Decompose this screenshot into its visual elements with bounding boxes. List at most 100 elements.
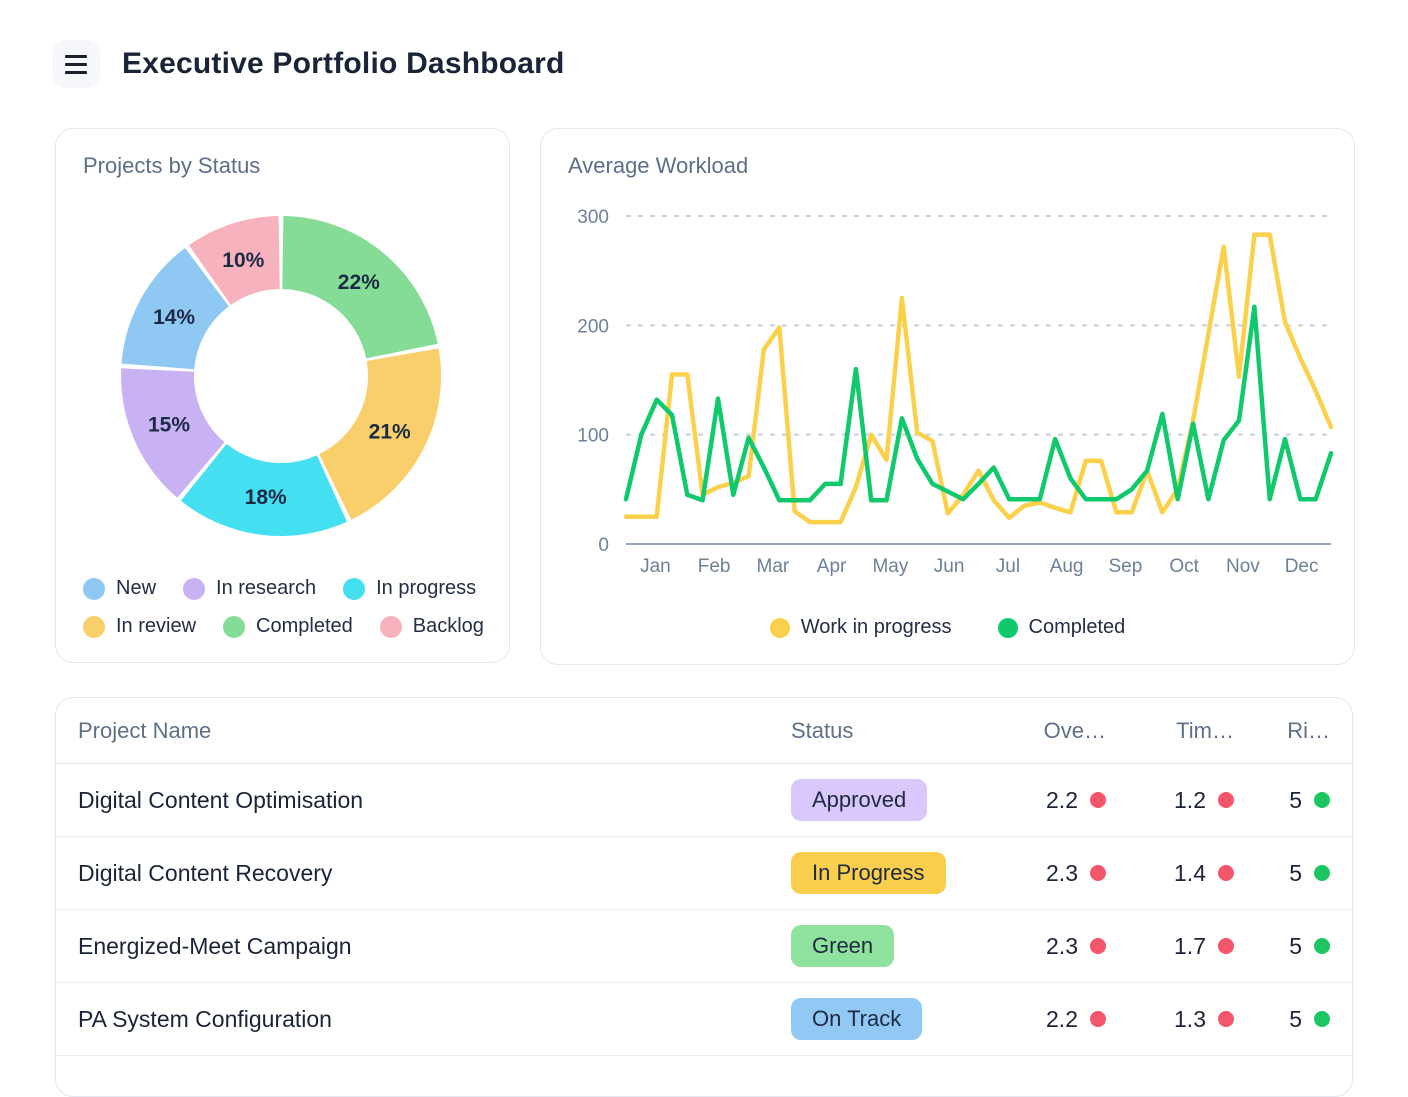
y-axis-tick-label: 300 <box>577 207 609 228</box>
legend-item-work-in-progress: Work in progress <box>770 616 952 639</box>
legend-item-new: New <box>83 577 156 600</box>
metric-dot-red <box>1218 1011 1234 1027</box>
metric-dot-green <box>1314 938 1330 954</box>
metric-dot-red <box>1090 938 1106 954</box>
metric-value: 1.4 <box>1174 860 1206 887</box>
metric-cell: 5 <box>1234 933 1330 960</box>
legend-dot-icon <box>380 616 402 638</box>
projects-table-card: Project NameStatusOve…Tim…Ri… Digital Co… <box>55 697 1353 1097</box>
column-header-ove-: Ove… <box>978 718 1106 744</box>
legend-item-backlog: Backlog <box>380 615 484 638</box>
status-donut-chart: 22%21%18%15%14%10% <box>76 187 491 537</box>
metric-cell: 5 <box>1234 1006 1330 1033</box>
y-axis-tick-label: 200 <box>577 316 609 337</box>
workload-line-chart: 3002001000JanFebMarAprMayJunJulAugSepOct… <box>541 181 1356 601</box>
x-axis-month-label: Aug <box>1050 556 1084 577</box>
metric-value: 1.2 <box>1174 787 1206 814</box>
legend-label: In research <box>216 577 316 600</box>
x-axis-month-label: Oct <box>1169 556 1199 577</box>
project-name-cell: Digital Content Optimisation <box>78 787 791 814</box>
column-header-ri-: Ri… <box>1234 718 1330 744</box>
metric-cell: 1.3 <box>1106 1006 1234 1033</box>
legend-label: In progress <box>376 577 476 600</box>
legend-label: Completed <box>256 615 353 638</box>
page-title: Executive Portfolio Dashboard <box>122 47 565 81</box>
legend-item-in-progress: In progress <box>343 577 476 600</box>
table-row[interactable]: Digital Content OptimisationApproved 2.2 1… <box>56 764 1352 837</box>
app-header: Executive Portfolio Dashboard <box>52 40 565 88</box>
column-header-tim-: Tim… <box>1106 718 1234 744</box>
line-card-title: Average Workload <box>568 153 748 179</box>
legend-item-in-review: In review <box>83 615 196 638</box>
x-axis-month-label: Jan <box>640 556 671 577</box>
donut-segment-label: 15% <box>148 414 190 437</box>
metric-dot-red <box>1218 938 1234 954</box>
status-badge: Green <box>791 925 894 967</box>
metric-dot-green <box>1314 792 1330 808</box>
x-axis-month-label: Mar <box>757 556 790 577</box>
x-axis-month-label: Dec <box>1285 556 1319 577</box>
average-workload-card: Average Workload 3002001000JanFebMarAprM… <box>540 128 1355 665</box>
y-axis-tick-label: 100 <box>577 426 609 447</box>
x-axis-month-label: Feb <box>698 556 731 577</box>
legend-label: In review <box>116 615 196 638</box>
legend-dot-icon <box>770 618 790 638</box>
x-axis-month-label: Nov <box>1226 556 1260 577</box>
metric-cell: 2.2 <box>978 787 1106 814</box>
project-name-cell: Energized-Meet Campaign <box>78 933 791 960</box>
legend-item-in-research: In research <box>183 577 316 600</box>
donut-segment-label: 10% <box>222 249 264 272</box>
metric-value: 1.3 <box>1174 1006 1206 1033</box>
status-badge: On Track <box>791 998 922 1040</box>
metric-value: 1.7 <box>1174 933 1206 960</box>
metric-cell: 2.3 <box>978 860 1106 887</box>
column-header-project-name: Project Name <box>78 718 791 744</box>
legend-label: Backlog <box>413 615 484 638</box>
table-row[interactable]: Energized-Meet CampaignGreen 2.3 1.7 5 <box>56 910 1352 983</box>
legend-label: Completed <box>1029 616 1126 639</box>
metric-value: 5 <box>1289 1006 1302 1033</box>
project-name-cell: PA System Configuration <box>78 1006 791 1033</box>
legend-item-completed: Completed <box>998 616 1126 639</box>
status-chart-legend: New In research In progress In review Comple… <box>83 577 491 638</box>
donut-card-title: Projects by Status <box>83 153 260 179</box>
table-body: Digital Content OptimisationApproved 2.2 1… <box>56 764 1352 1056</box>
menu-button[interactable] <box>52 40 100 88</box>
metric-cell: 2.3 <box>978 933 1106 960</box>
x-axis-month-label: Sep <box>1108 556 1142 577</box>
metric-dot-green <box>1314 1011 1330 1027</box>
donut-segment-label: 22% <box>338 271 380 294</box>
metric-cell: 1.2 <box>1106 787 1234 814</box>
donut-segment-label: 14% <box>153 306 195 329</box>
metric-value: 2.2 <box>1046 787 1078 814</box>
metric-dot-red <box>1218 865 1234 881</box>
legend-dot-icon <box>83 616 105 638</box>
status-badge: Approved <box>791 779 927 821</box>
metric-cell: 5 <box>1234 787 1330 814</box>
x-axis-month-label: Apr <box>817 556 847 577</box>
table-row[interactable]: PA System ConfigurationOn Track 2.2 1.3 5 <box>56 983 1352 1056</box>
legend-dot-icon <box>183 578 205 600</box>
donut-segment-label: 18% <box>245 486 287 509</box>
metric-dot-red <box>1090 1011 1106 1027</box>
hamburger-icon <box>65 55 87 74</box>
column-header-status: Status <box>791 718 978 744</box>
workload-chart-legend: Work in progress Completed <box>541 616 1354 639</box>
metric-dot-red <box>1090 865 1106 881</box>
legend-dot-icon <box>998 618 1018 638</box>
y-axis-tick-label: 0 <box>598 535 609 556</box>
legend-item-completed: Completed <box>223 615 353 638</box>
metric-cell: 2.2 <box>978 1006 1106 1033</box>
table-row[interactable]: Digital Content RecoveryIn Progress2.31.… <box>56 837 1352 910</box>
x-axis-month-label: Jul <box>996 556 1020 577</box>
metric-dot-red <box>1090 792 1106 808</box>
metric-value: 2.3 <box>1046 860 1078 887</box>
x-axis-month-label: Jun <box>934 556 965 577</box>
legend-dot-icon <box>223 616 245 638</box>
metric-cell: 5 <box>1234 860 1330 887</box>
metric-value: 5 <box>1289 933 1302 960</box>
legend-label: Work in progress <box>801 616 952 639</box>
legend-dot-icon <box>343 578 365 600</box>
project-name-cell: Digital Content Recovery <box>78 860 791 887</box>
legend-dot-icon <box>83 578 105 600</box>
